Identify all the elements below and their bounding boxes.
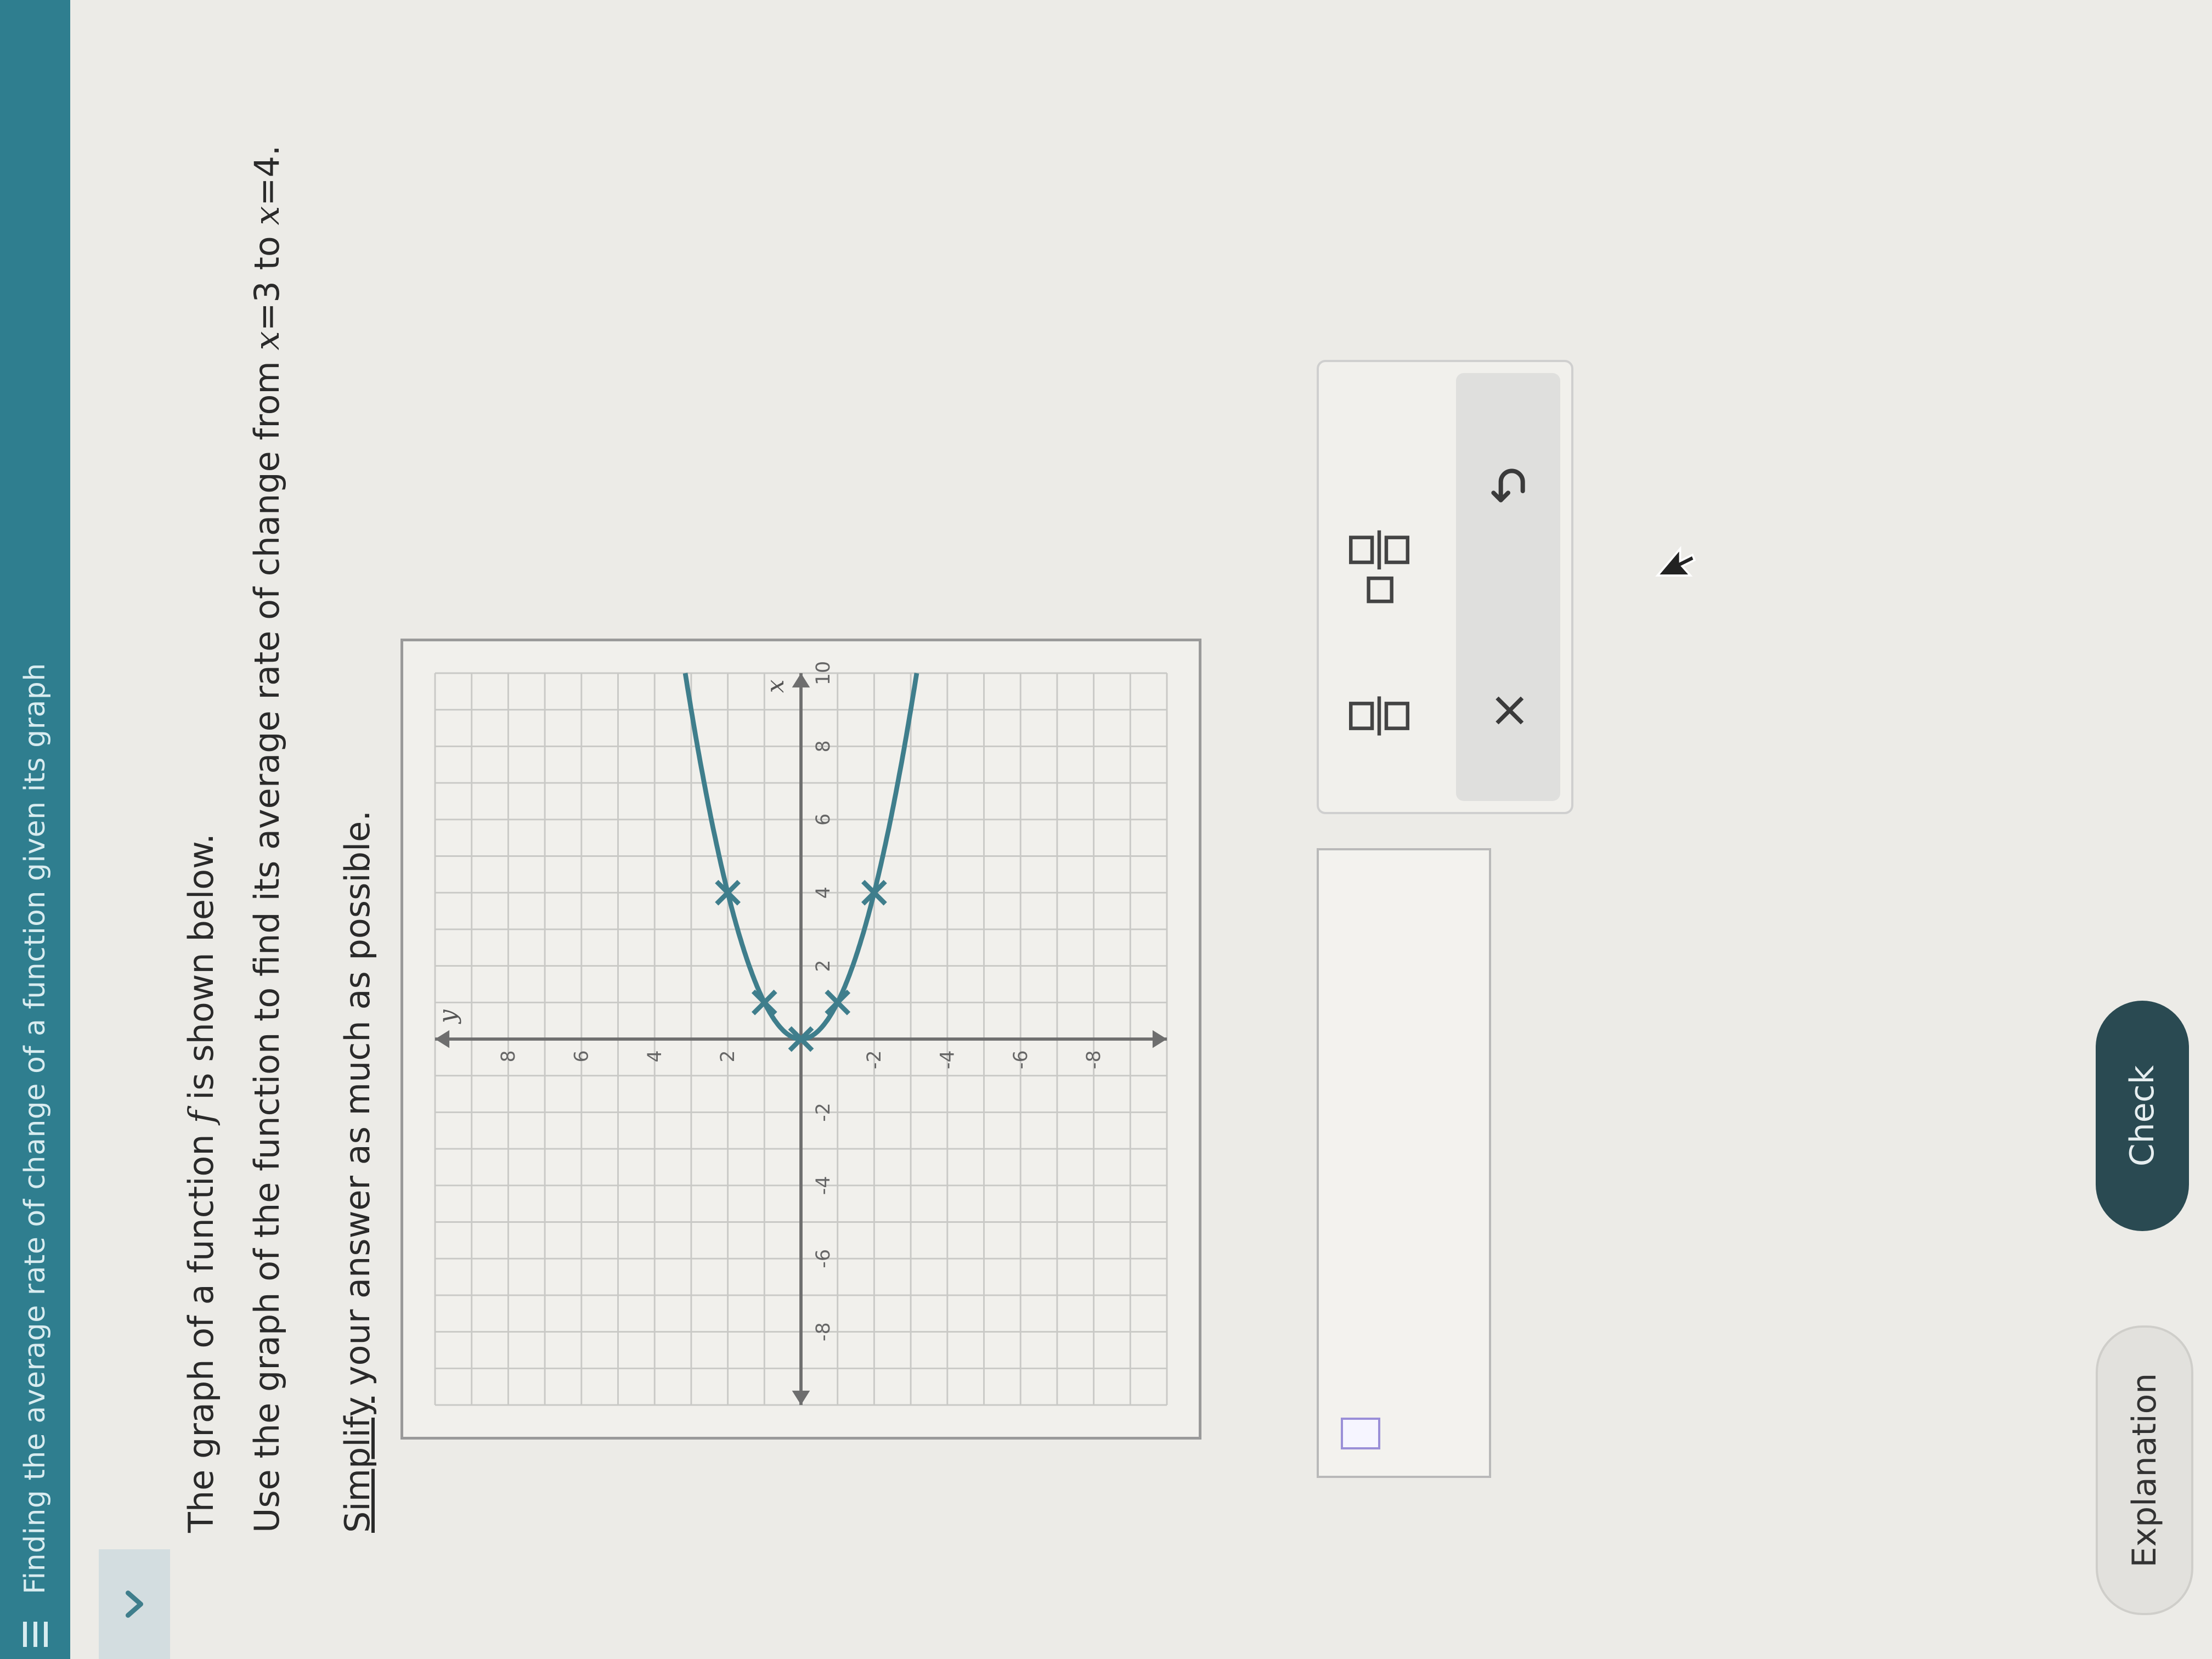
y-tick-label: -6 (1010, 1050, 1032, 1069)
x-tick-label: -6 (812, 1249, 834, 1268)
chevron-down-icon (125, 1590, 144, 1618)
y-tick-label: -8 (1083, 1050, 1105, 1069)
axis-arrowhead (1152, 1030, 1167, 1048)
x-tick-label: -2 (812, 1103, 834, 1122)
close-icon: × (1479, 690, 1537, 731)
x-tick-label: -8 (812, 1322, 834, 1341)
math-keypad: × (1317, 360, 1573, 814)
variable-x: x (247, 206, 287, 225)
answer-cursor-box (1341, 1418, 1380, 1449)
problem-text: Use the graph of the function to find it… (247, 350, 287, 1533)
fraction-icon (1349, 696, 1409, 736)
undo-icon (1491, 469, 1525, 503)
problem-text: your answer as much as possible. (337, 810, 377, 1397)
y-tick-label: -2 (864, 1050, 885, 1069)
x-axis-label: x (762, 680, 789, 693)
explanation-button[interactable]: Explanation (2096, 1325, 2193, 1615)
x-tick-label: 4 (812, 887, 834, 899)
y-tick-label: -4 (936, 1050, 958, 1069)
function-symbol: f (181, 1110, 221, 1124)
problem-text: =3 to (247, 225, 287, 331)
clear-button[interactable]: × (1478, 680, 1538, 741)
x-tick-label: 8 (812, 740, 834, 752)
y-axis-label: y (435, 1009, 462, 1024)
hamburger-menu-icon[interactable] (0, 1610, 70, 1659)
mixed-number-button[interactable] (1349, 521, 1409, 603)
fraction-button[interactable] (1349, 680, 1409, 752)
problem-text: is shown below. (181, 833, 221, 1111)
x-tick-label: 6 (812, 814, 834, 826)
simplify-link[interactable]: Simplify (337, 1397, 377, 1533)
axis-arrowhead (792, 673, 810, 688)
keypad-actions: × (1456, 373, 1560, 801)
problem-statement-line-2: Use the graph of the function to find it… (247, 145, 287, 1533)
graph-canvas: x y -8 -6 -4 -2 2 4 6 8 10 -8 -6 -4 -2 2 4 6 8 (434, 661, 1168, 1406)
x-tick-label: 10 (812, 661, 834, 685)
function-graph: x y -8 -6 -4 -2 2 4 6 8 10 -8 -6 -4 -2 2 4 6 8 (400, 639, 1201, 1440)
screen: Finding the average rate of change of a … (0, 0, 2212, 1659)
collapse-button[interactable] (99, 1549, 170, 1659)
top-bar: Finding the average rate of change of a … (0, 0, 70, 1659)
y-tick-label: 6 (571, 1050, 592, 1062)
undo-button[interactable] (1478, 455, 1538, 516)
axis-arrowhead (792, 1390, 810, 1405)
page-title: Finding the average rate of change of a … (19, 663, 52, 1594)
problem-text: The graph of a function (181, 1123, 221, 1533)
y-tick-label: 8 (498, 1050, 520, 1062)
y-tick-label: 2 (717, 1050, 739, 1062)
mouse-pointer-icon (1655, 546, 1696, 577)
problem-statement-line-1: The graph of a function f is shown below… (181, 833, 221, 1533)
x-tick-label: 2 (812, 960, 834, 972)
problem-text: =4. (247, 145, 287, 206)
mixed-number-icon (1349, 530, 1409, 603)
check-button[interactable]: Check (2096, 1001, 2189, 1231)
x-tick-label: -4 (812, 1176, 834, 1195)
problem-instruction: Simplify your answer as much as possible… (337, 810, 377, 1533)
y-tick-label: 4 (644, 1050, 666, 1062)
answer-input[interactable] (1317, 848, 1491, 1478)
variable-x: x (247, 331, 287, 351)
axis-arrowhead (435, 1030, 450, 1048)
